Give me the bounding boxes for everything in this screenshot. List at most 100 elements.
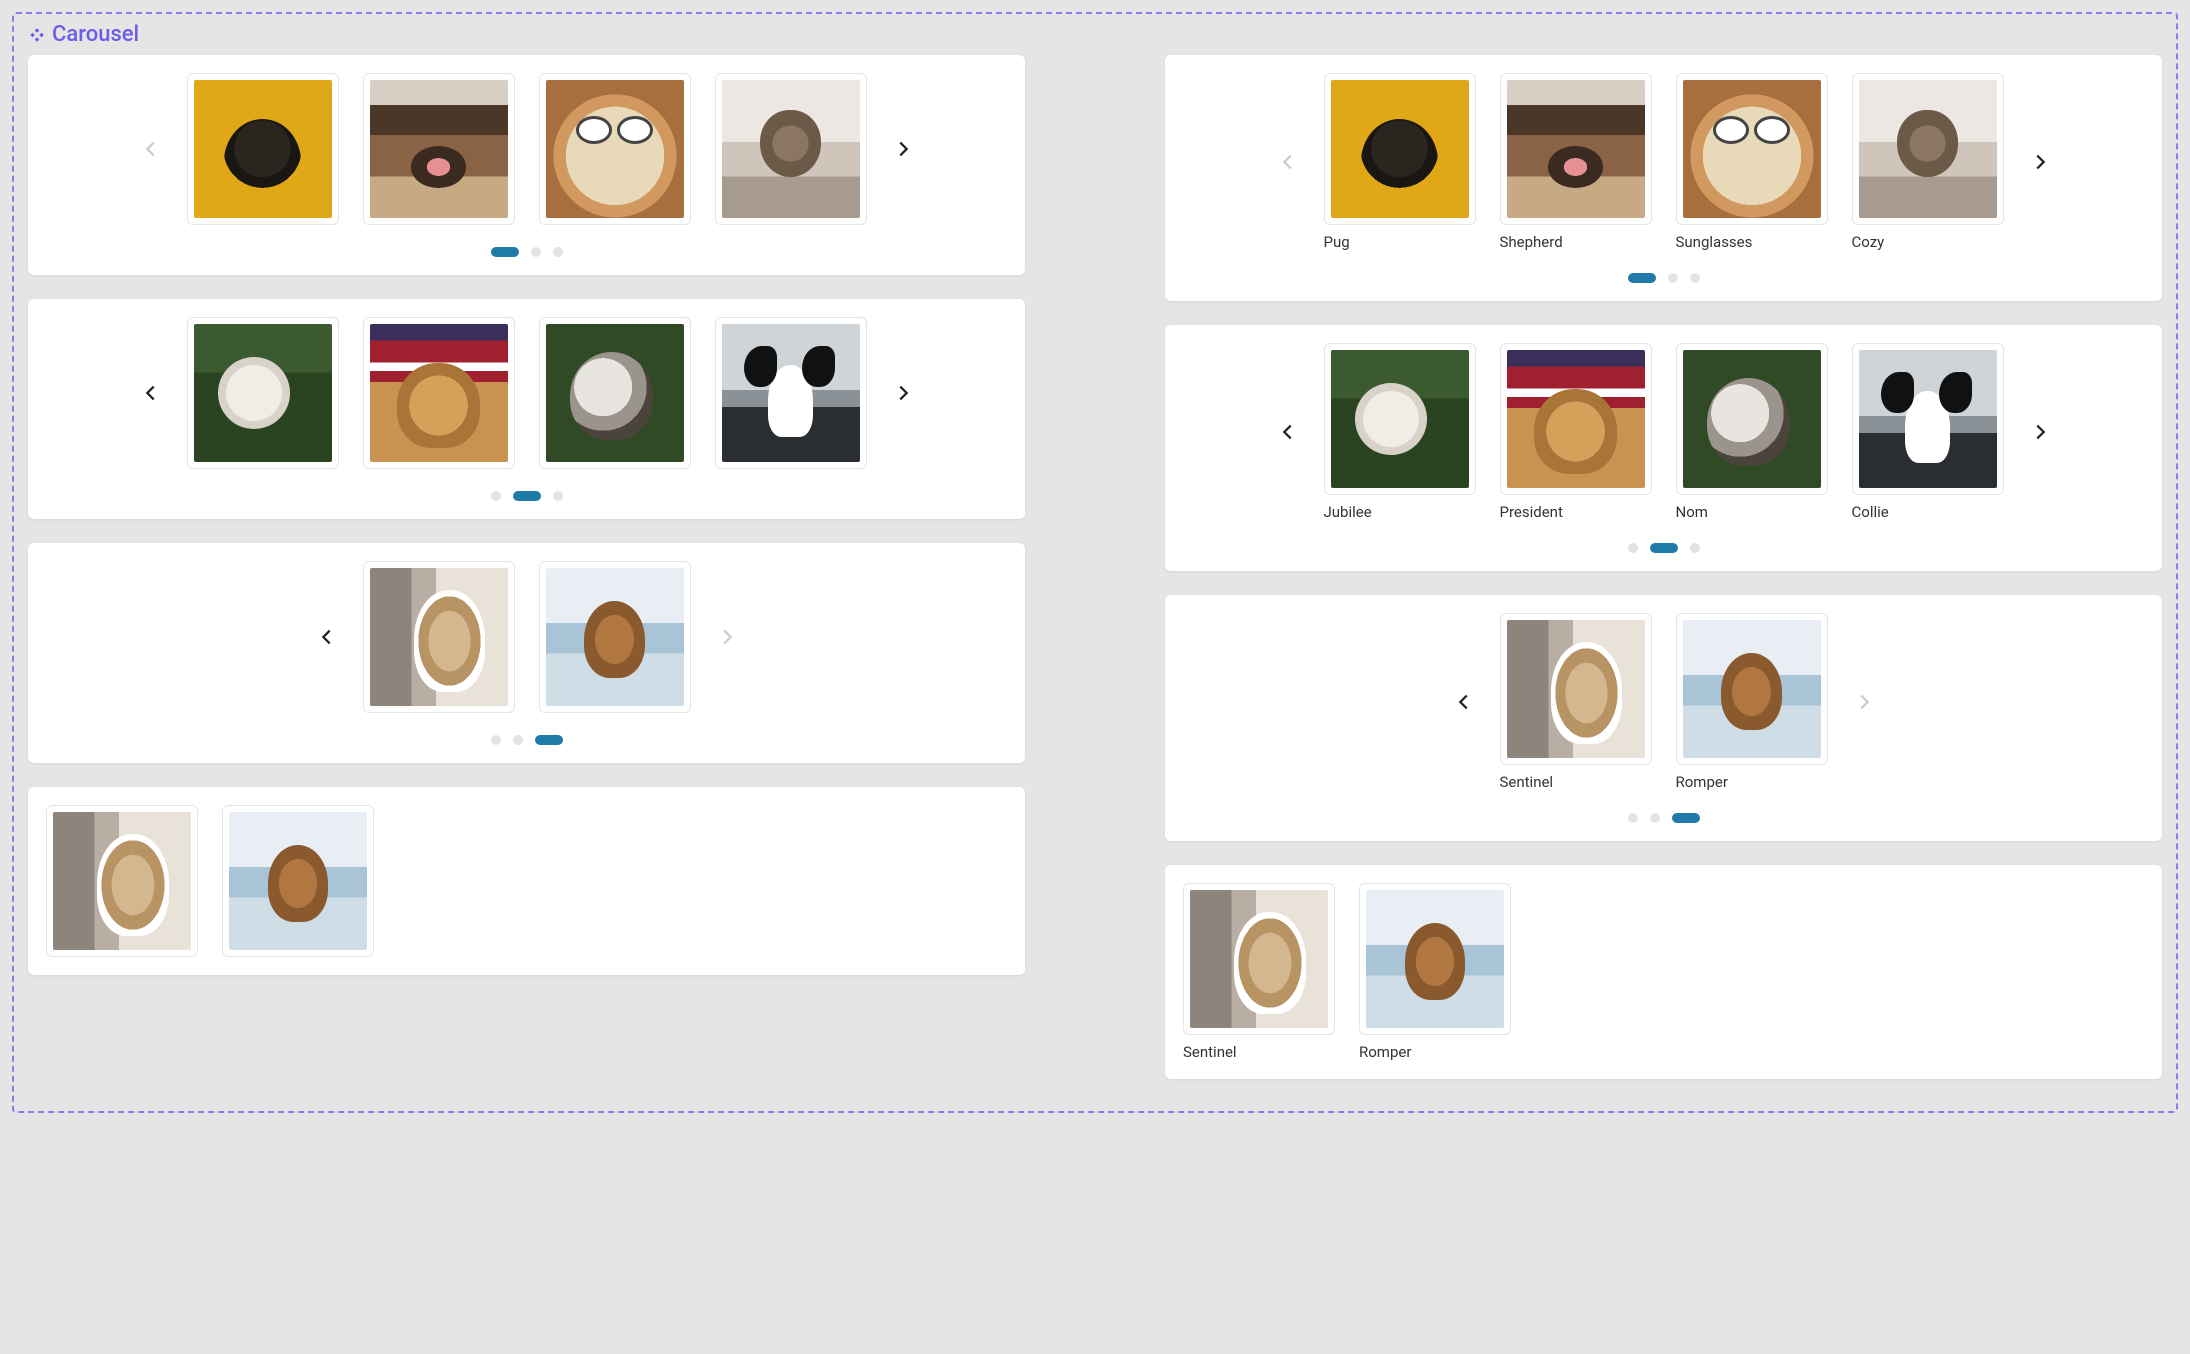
carousel-cards: Jubilee President Nom Collie <box>1324 343 2004 521</box>
carousel-card[interactable] <box>363 317 515 469</box>
carousel-item <box>539 317 691 469</box>
carousel-dots <box>42 735 1011 745</box>
carousel-dot[interactable] <box>491 735 501 745</box>
carousel-prev-button <box>1270 144 1306 180</box>
carousel-card[interactable] <box>1500 343 1652 495</box>
carousel-dot[interactable] <box>1650 543 1678 553</box>
carousel-card[interactable] <box>715 317 867 469</box>
carousel-item: Romper <box>1359 883 1511 1061</box>
carousel-card[interactable] <box>1500 613 1652 765</box>
carousel-dot[interactable] <box>1668 273 1678 283</box>
carousel-dot[interactable] <box>1690 543 1700 553</box>
dog-image <box>722 324 860 462</box>
carousel-item: Pug <box>1324 73 1476 251</box>
dog-image <box>1507 80 1645 218</box>
carousel-item: Nom <box>1676 343 1828 521</box>
carousel-row <box>46 805 1007 957</box>
dog-image <box>370 80 508 218</box>
section-title-text: Carousel <box>52 22 139 47</box>
carousel-item: Shepherd <box>1500 73 1652 251</box>
carousel-prev-button[interactable] <box>133 375 169 411</box>
carousel-item: President <box>1500 343 1652 521</box>
carousel-dot[interactable] <box>553 491 563 501</box>
carousel-cards: Pug Shepherd Sunglasses Cozy <box>1324 73 2004 251</box>
carousel-panel: Pug Shepherd Sunglasses Cozy <box>1165 55 2162 301</box>
carousel-card[interactable] <box>539 73 691 225</box>
carousel-dot[interactable] <box>1628 543 1638 553</box>
carousel-caption: Collie <box>1852 503 2004 521</box>
carousel-card[interactable] <box>1852 343 2004 495</box>
carousel-dot[interactable] <box>1628 813 1638 823</box>
carousel-item: Cozy <box>1852 73 2004 251</box>
carousel-prev-button[interactable] <box>1446 684 1482 720</box>
carousel-caption: Cozy <box>1852 233 2004 251</box>
carousel-card[interactable] <box>46 805 198 957</box>
dog-image <box>722 80 860 218</box>
carousel-card[interactable] <box>1676 73 1828 225</box>
carousel-panel <box>28 787 1025 975</box>
carousel-card[interactable] <box>1324 343 1476 495</box>
carousel-prev-button[interactable] <box>309 619 345 655</box>
carousel-card[interactable] <box>715 73 867 225</box>
carousel-next-button[interactable] <box>2022 414 2058 450</box>
carousel-dot[interactable] <box>1672 813 1700 823</box>
carousel-card[interactable] <box>187 317 339 469</box>
dog-image <box>194 80 332 218</box>
dog-image <box>1683 350 1821 488</box>
carousel-card[interactable] <box>1500 73 1652 225</box>
carousel-card[interactable] <box>539 317 691 469</box>
dog-image <box>546 324 684 462</box>
carousel-card[interactable] <box>222 805 374 957</box>
carousel-row: SentinelRomper <box>1183 883 2144 1061</box>
carousel-item <box>46 805 198 957</box>
carousel-cards <box>46 805 374 957</box>
carousel-cards <box>187 317 867 469</box>
carousel-card[interactable] <box>363 73 515 225</box>
carousel-item: Romper <box>1676 613 1828 791</box>
carousel-card[interactable] <box>1324 73 1476 225</box>
carousel-dot[interactable] <box>1650 813 1660 823</box>
carousel-dot[interactable] <box>1628 273 1656 283</box>
carousel-dot[interactable] <box>531 247 541 257</box>
carousel-item <box>539 561 691 713</box>
carousel-dot[interactable] <box>491 491 501 501</box>
component-icon <box>28 26 46 44</box>
carousel-dots <box>42 491 1011 501</box>
carousel-item: Jubilee <box>1324 343 1476 521</box>
carousel-caption: President <box>1500 503 1652 521</box>
dog-image <box>53 812 191 950</box>
carousel-next-button[interactable] <box>2022 144 2058 180</box>
carousel-prev-button <box>133 131 169 167</box>
carousel-card[interactable] <box>1676 343 1828 495</box>
carousel-cards: SentinelRomper <box>1183 883 1511 1061</box>
carousel-card[interactable] <box>1676 613 1828 765</box>
carousel-card[interactable] <box>187 73 339 225</box>
carousel-prev-button[interactable] <box>1270 414 1306 450</box>
dog-image <box>1683 620 1821 758</box>
carousel-card[interactable] <box>539 561 691 713</box>
carousel-row: Jubilee President Nom Collie <box>1179 343 2148 521</box>
carousel-dot[interactable] <box>535 735 563 745</box>
carousel-dot[interactable] <box>553 247 563 257</box>
carousel-card[interactable] <box>1852 73 2004 225</box>
carousel-caption: Shepherd <box>1500 233 1652 251</box>
carousel-cards <box>363 561 691 713</box>
carousel-item: Sunglasses <box>1676 73 1828 251</box>
carousel-dot[interactable] <box>513 491 541 501</box>
dog-image <box>229 812 367 950</box>
dog-image <box>370 568 508 706</box>
carousel-dot[interactable] <box>513 735 523 745</box>
carousel-row <box>42 317 1011 469</box>
carousel-item: Collie <box>1852 343 2004 521</box>
carousel-row <box>42 561 1011 713</box>
carousel-card[interactable] <box>1183 883 1335 1035</box>
carousel-card[interactable] <box>363 561 515 713</box>
carousel-next-button[interactable] <box>885 375 921 411</box>
dog-image <box>1683 80 1821 218</box>
carousel-card[interactable] <box>1359 883 1511 1035</box>
carousel-section: Carousel Pug Shepherd Sunglasses Cozy Jubile… <box>12 12 2178 1113</box>
carousel-dot[interactable] <box>1690 273 1700 283</box>
carousel-cards: SentinelRomper <box>1500 613 1828 791</box>
carousel-dot[interactable] <box>491 247 519 257</box>
carousel-next-button[interactable] <box>885 131 921 167</box>
